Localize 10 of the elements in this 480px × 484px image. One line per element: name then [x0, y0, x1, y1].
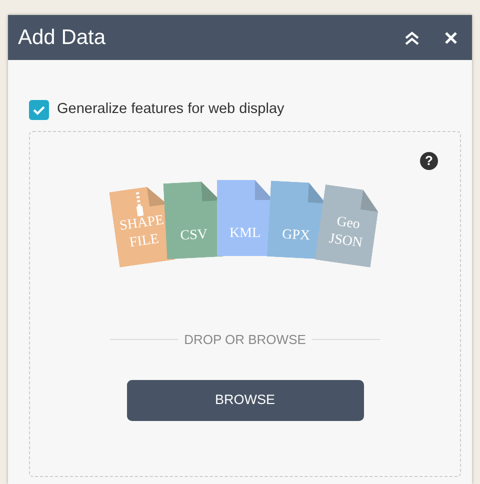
browse-button[interactable]: BROWSE	[126, 380, 364, 420]
close-icon	[444, 31, 458, 46]
drop-zone[interactable]: ? SHAPE FILE CSV KML GPX Geo JSON DROP OR BROWSE BROWSE	[29, 131, 461, 477]
drop-or-browse-text: DROP OR BROWSE	[183, 331, 307, 349]
help-icon[interactable]: ?	[420, 152, 438, 170]
double-chevron-up-icon	[404, 30, 420, 46]
panel-title: Add Data	[18, 24, 107, 51]
checkbox[interactable]	[29, 100, 49, 120]
file-type-icon: Geo JSON	[314, 184, 381, 268]
option-label: Generalize features for web display	[57, 100, 284, 119]
